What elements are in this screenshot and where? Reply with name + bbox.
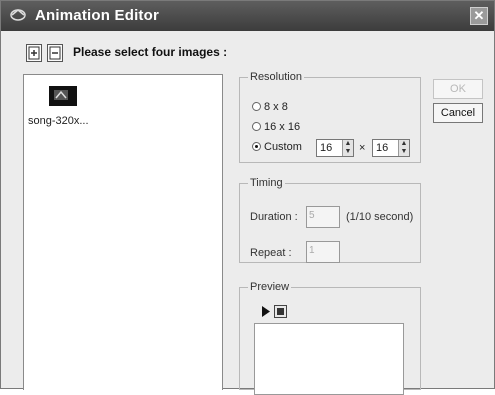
times-symbol: ×: [359, 142, 366, 154]
close-icon: ✕: [473, 8, 485, 23]
preview-group: Preview: [239, 281, 421, 395]
remove-image-icon: [49, 46, 61, 60]
add-image-icon: [28, 46, 40, 60]
timing-legend: Timing: [250, 177, 283, 189]
custom-width-stepper[interactable]: 16 ▲ ▼: [316, 139, 354, 157]
preview-controls: [260, 305, 290, 319]
close-button[interactable]: ✕: [470, 7, 488, 25]
ok-button[interactable]: OK: [433, 79, 483, 99]
add-image-button[interactable]: [26, 44, 42, 62]
image-list[interactable]: song-320x...: [23, 74, 223, 390]
timing-group: Timing Duration : 5 (1/10 second) Repeat…: [239, 177, 421, 263]
cancel-button[interactable]: Cancel: [433, 103, 483, 123]
custom-width-value: 16: [320, 142, 333, 154]
spin-arrows-icon[interactable]: ▲ ▼: [342, 140, 353, 156]
window-title: Animation Editor: [35, 7, 160, 24]
radio-label: 16 x 16: [264, 121, 301, 133]
radio-button[interactable]: [252, 102, 261, 111]
play-icon[interactable]: [260, 305, 272, 318]
image-filename: song-320x...: [28, 115, 89, 127]
title-bar[interactable]: Animation Editor ✕: [1, 1, 494, 31]
app-icon: [10, 9, 26, 21]
duration-label: Duration :: [250, 211, 298, 223]
duration-unit: (1/10 second): [346, 211, 414, 223]
preview-legend: Preview: [250, 281, 290, 293]
radio-button-checked[interactable]: [252, 142, 261, 151]
stop-icon[interactable]: [274, 305, 287, 318]
resolution-legend: Resolution: [250, 71, 302, 83]
remove-image-button[interactable]: [47, 44, 63, 62]
toolbar: Please select four images :: [1, 32, 494, 72]
radio-label: Custom: [264, 141, 302, 153]
custom-height-stepper[interactable]: 16 ▲ ▼: [372, 139, 410, 157]
animation-editor-dialog: Animation Editor ✕ Please select four im…: [0, 0, 495, 395]
radio-8x8[interactable]: 8 x 8: [252, 101, 288, 113]
repeat-label: Repeat :: [250, 247, 292, 259]
preview-canvas: [254, 323, 404, 395]
radio-custom[interactable]: Custom: [252, 141, 302, 153]
resolution-group: Resolution 8 x 8 16 x 16 Custom 16 ▲ ▼ × …: [239, 71, 421, 163]
radio-label: 8 x 8: [264, 101, 288, 113]
select-images-prompt: Please select four images :: [73, 45, 228, 59]
radio-16x16[interactable]: 16 x 16: [252, 121, 300, 133]
spin-arrows-icon[interactable]: ▲ ▼: [398, 140, 409, 156]
radio-button[interactable]: [252, 122, 261, 131]
image-thumbnail: [49, 86, 77, 106]
duration-field[interactable]: 5: [306, 206, 340, 228]
custom-height-value: 16: [376, 142, 389, 154]
repeat-field[interactable]: 1: [306, 241, 340, 263]
